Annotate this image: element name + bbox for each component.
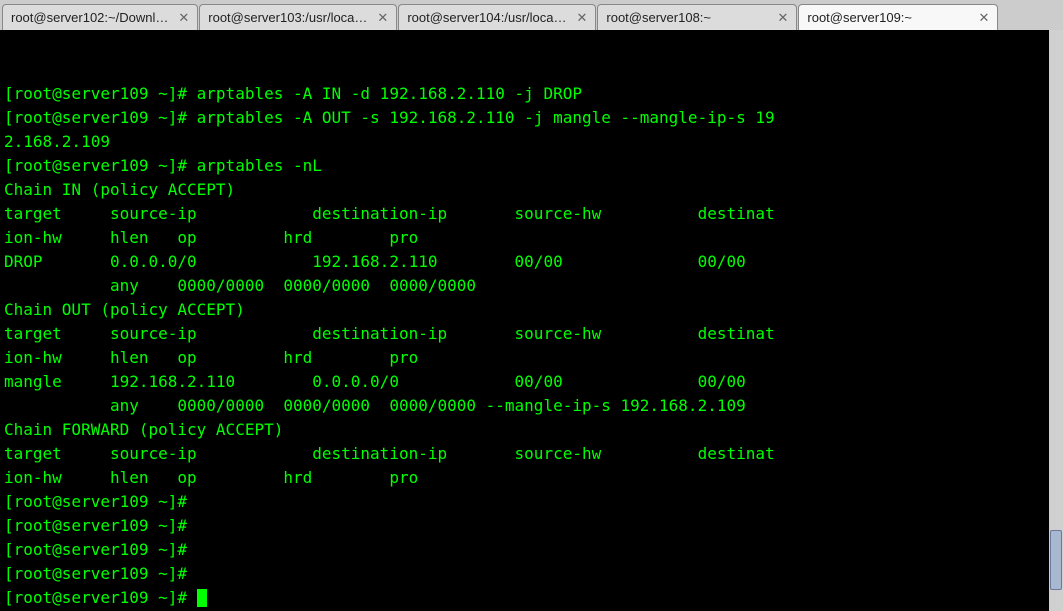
close-icon[interactable]: ✕ [576,10,587,26]
terminal-line: DROP 0.0.0.0/0 192.168.2.110 00/00 00/00 [4,250,1059,274]
close-icon[interactable]: ✕ [978,10,989,26]
terminal-line: [root@server109 ~]# arptables -A IN -d 1… [4,82,1059,106]
terminal-line: [root@server109 ~]# [4,586,1059,610]
tab-server102[interactable]: root@server102:~/Downl… ✕ [2,4,198,30]
tab-label: root@server103:/usr/loca… [208,10,367,25]
terminal-line: 2.168.2.109 [4,130,1059,154]
terminal-line: [root@server109 ~]# [4,538,1059,562]
terminal-line: [root@server109 ~]# [4,514,1059,538]
terminal-line: ion-hw hlen op hrd pro [4,346,1059,370]
tab-label: root@server109:~ [807,10,912,25]
tab-server108[interactable]: root@server108:~ ✕ [597,4,797,30]
tab-bar: root@server102:~/Downl… ✕ root@server103… [0,0,1063,30]
tab-server104[interactable]: root@server104:/usr/loca… ✕ [398,4,596,30]
cursor [197,589,207,607]
terminal-line: target source-ip destination-ip source-h… [4,442,1059,466]
terminal-output[interactable]: [root@server109 ~]# arptables -A IN -d 1… [0,30,1063,611]
tab-label: root@server104:/usr/loca… [407,10,566,25]
tab-label: root@server102:~/Downl… [11,10,168,25]
tab-label: root@server108:~ [606,10,711,25]
terminal-line: Chain IN (policy ACCEPT) [4,178,1059,202]
close-icon[interactable]: ✕ [777,10,788,26]
close-icon[interactable]: ✕ [178,10,189,26]
terminal-line: [root@server109 ~]# [4,562,1059,586]
tab-server109[interactable]: root@server109:~ ✕ [798,4,998,30]
close-icon[interactable]: ✕ [377,10,388,26]
terminal-line: any 0000/0000 0000/0000 0000/0000 [4,274,1059,298]
terminal-line: ion-hw hlen op hrd pro [4,466,1059,490]
terminal-line: ion-hw hlen op hrd pro [4,226,1059,250]
scroll-thumb[interactable] [1050,530,1062,590]
terminal-line: any 0000/0000 0000/0000 0000/0000 --mang… [4,394,1059,418]
terminal-line: [root@server109 ~]# [4,490,1059,514]
terminal-line: target source-ip destination-ip source-h… [4,322,1059,346]
terminal-line: target source-ip destination-ip source-h… [4,202,1059,226]
terminal-line: Chain FORWARD (policy ACCEPT) [4,418,1059,442]
terminal-line: mangle 192.168.2.110 0.0.0.0/0 00/00 00/… [4,370,1059,394]
terminal-line: [root@server109 ~]# arptables -A OUT -s … [4,106,1059,130]
terminal-line: Chain OUT (policy ACCEPT) [4,298,1059,322]
scrollbar[interactable] [1049,30,1063,611]
tab-server103[interactable]: root@server103:/usr/loca… ✕ [199,4,397,30]
terminal-line: [root@server109 ~]# arptables -nL [4,154,1059,178]
